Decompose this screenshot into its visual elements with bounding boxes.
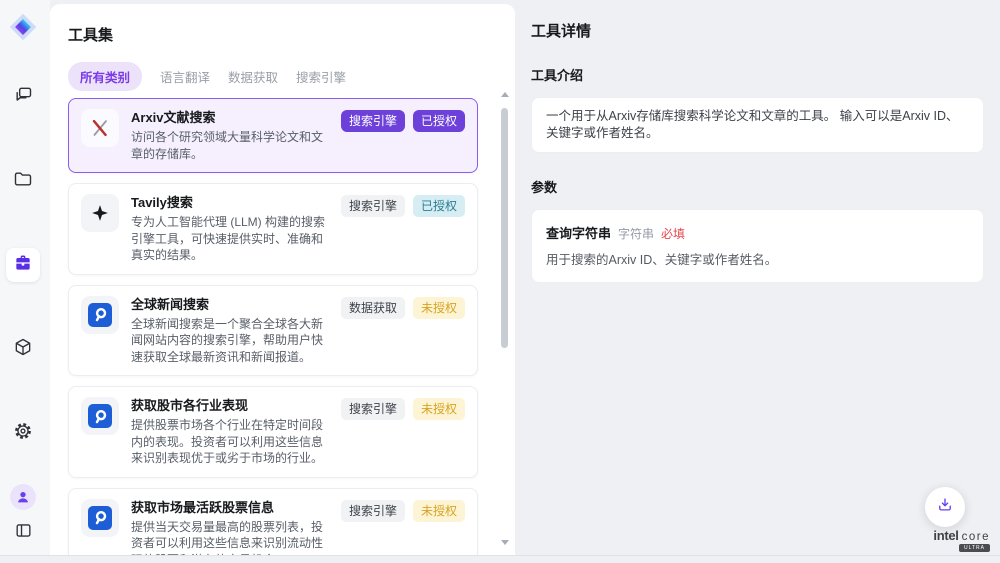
nav-models[interactable] bbox=[6, 332, 40, 366]
category-badge: 搜索引擎 bbox=[341, 195, 405, 217]
tool-description: 提供股票市场各个行业在特定时间段内的表现。投资者可以利用这些信息来识别表现优于或… bbox=[131, 417, 329, 467]
scroll-up-arrow-icon[interactable] bbox=[501, 92, 509, 97]
params-heading: 参数 bbox=[531, 177, 984, 196]
icon-rail bbox=[0, 0, 50, 555]
download-icon bbox=[936, 496, 954, 519]
panel-toggle-icon[interactable] bbox=[14, 521, 33, 545]
person-icon bbox=[15, 489, 31, 505]
intel-core-logo: intel core ultra bbox=[933, 528, 990, 552]
scroll-down-arrow-icon[interactable] bbox=[501, 540, 509, 545]
page-title: 工具集 bbox=[68, 24, 515, 45]
detail-title: 工具详情 bbox=[531, 20, 984, 41]
tab-data-acquisition[interactable]: 数据获取 bbox=[228, 62, 278, 91]
intro-heading: 工具介绍 bbox=[531, 65, 984, 84]
auth-status-badge: 已授权 bbox=[413, 110, 465, 132]
auth-status-badge: 未授权 bbox=[413, 398, 465, 420]
app-window: 工具集 所有类别 语言翻译 数据获取 搜索引擎 A bbox=[0, 0, 1000, 563]
category-badge: 数据获取 bbox=[341, 297, 405, 319]
auth-status-badge: 未授权 bbox=[413, 500, 465, 522]
settings-gear-icon bbox=[13, 421, 33, 446]
intro-text: 一个用于从Arxiv存储库搜索科学论文和文章的工具。 输入可以是Arxiv ID… bbox=[546, 108, 969, 142]
intro-box: 一个用于从Arxiv存储库搜索科学论文和文章的工具。 输入可以是Arxiv ID… bbox=[531, 97, 984, 153]
nav-files[interactable] bbox=[6, 164, 40, 198]
main-area: 工具集 所有类别 语言翻译 数据获取 搜索引擎 A bbox=[0, 0, 1000, 556]
blue-q-logo-icon bbox=[81, 397, 119, 435]
param-required-flag: 必填 bbox=[661, 225, 685, 242]
tool-description: 全球新闻搜索是一个聚合全球各大新闻网站内容的搜索引擎，帮助用户快速获取全球最新资… bbox=[131, 316, 329, 366]
tool-name: Arxiv文献搜索 bbox=[131, 109, 329, 127]
tool-name: 全球新闻搜索 bbox=[131, 296, 329, 314]
tab-search-engine[interactable]: 搜索引擎 bbox=[296, 62, 346, 91]
app-logo-diamond-icon bbox=[8, 12, 38, 42]
category-badge: 搜索引擎 bbox=[341, 110, 405, 132]
scrollbar-thumb[interactable] bbox=[501, 108, 508, 348]
tool-name: 获取股市各行业表现 bbox=[131, 397, 329, 415]
tab-all-categories[interactable]: 所有类别 bbox=[68, 62, 142, 91]
tool-name: 获取市场最活跃股票信息 bbox=[131, 499, 329, 517]
tool-card[interactable]: Tavily搜索 专为人工智能代理 (LLM) 构建的搜索引擎工具，可快速提供实… bbox=[68, 183, 478, 275]
nav-settings[interactable] bbox=[6, 416, 40, 450]
folder-icon bbox=[13, 169, 33, 194]
tool-card[interactable]: 获取股市各行业表现 提供股票市场各个行业在特定时间段内的表现。投资者可以利用这些… bbox=[68, 386, 478, 478]
user-avatar[interactable] bbox=[10, 484, 36, 510]
tavily-star-logo-icon bbox=[81, 194, 119, 232]
arxiv-x-logo-icon bbox=[81, 109, 119, 147]
tool-detail-panel: 工具详情 工具介绍 一个用于从Arxiv存储库搜索科学论文和文章的工具。 输入可… bbox=[515, 0, 1000, 555]
auth-status-badge: 未授权 bbox=[413, 297, 465, 319]
tool-card[interactable]: 获取市场最活跃股票信息 提供当天交易量最高的股票列表，投资者可以利用这些信息来识… bbox=[68, 488, 478, 556]
tool-description: 专为人工智能代理 (LLM) 构建的搜索引擎工具，可快速提供实时、准确和真实的结… bbox=[131, 214, 329, 264]
tool-description: 提供当天交易量最高的股票列表，投资者可以利用这些信息来识别流动性强的股票和潜在的… bbox=[131, 519, 329, 556]
param-name: 查询字符串 bbox=[546, 223, 611, 242]
category-badge: 搜索引擎 bbox=[341, 398, 405, 420]
tools-list-panel: 工具集 所有类别 语言翻译 数据获取 搜索引擎 A bbox=[50, 4, 515, 555]
param-type: 字符串 bbox=[618, 225, 654, 242]
blue-q-logo-icon bbox=[81, 499, 119, 537]
download-button[interactable] bbox=[925, 487, 965, 527]
core-wordmark: core bbox=[962, 531, 990, 543]
list-scrollbar bbox=[500, 92, 510, 549]
tool-name: Tavily搜索 bbox=[131, 194, 329, 212]
chat-icon bbox=[13, 85, 33, 110]
tool-card[interactable]: 全球新闻搜索 全球新闻搜索是一个聚合全球各大新闻网站内容的搜索引擎，帮助用户快速… bbox=[68, 285, 478, 377]
tool-card-list: Arxiv文献搜索 访问各个研究领域大量科学论文和文章的存储库。 搜索引擎 已授… bbox=[68, 98, 478, 555]
category-badge: 搜索引擎 bbox=[341, 500, 405, 522]
tool-description: 访问各个研究领域大量科学论文和文章的存储库。 bbox=[131, 129, 329, 162]
rail-nav bbox=[6, 80, 40, 450]
tool-card[interactable]: Arxiv文献搜索 访问各个研究领域大量科学论文和文章的存储库。 搜索引擎 已授… bbox=[68, 98, 478, 173]
rail-bottom bbox=[10, 484, 36, 545]
nav-tools[interactable] bbox=[6, 248, 40, 282]
cube-icon bbox=[13, 337, 33, 362]
parameter-item: 查询字符串 字符串 必填 用于搜索的Arxiv ID、关键字或作者姓名。 bbox=[531, 209, 984, 283]
nav-chat[interactable] bbox=[6, 80, 40, 114]
tab-language-translation[interactable]: 语言翻译 bbox=[160, 62, 210, 91]
tier-badge: ultra bbox=[959, 544, 990, 552]
intel-wordmark: intel bbox=[933, 528, 958, 543]
auth-status-badge: 已授权 bbox=[413, 195, 465, 217]
category-tabs: 所有类别 语言翻译 数据获取 搜索引擎 bbox=[68, 62, 515, 91]
toolbox-icon bbox=[13, 253, 33, 278]
param-description: 用于搜索的Arxiv ID、关键字或作者姓名。 bbox=[546, 249, 969, 268]
blue-q-logo-icon bbox=[81, 296, 119, 334]
